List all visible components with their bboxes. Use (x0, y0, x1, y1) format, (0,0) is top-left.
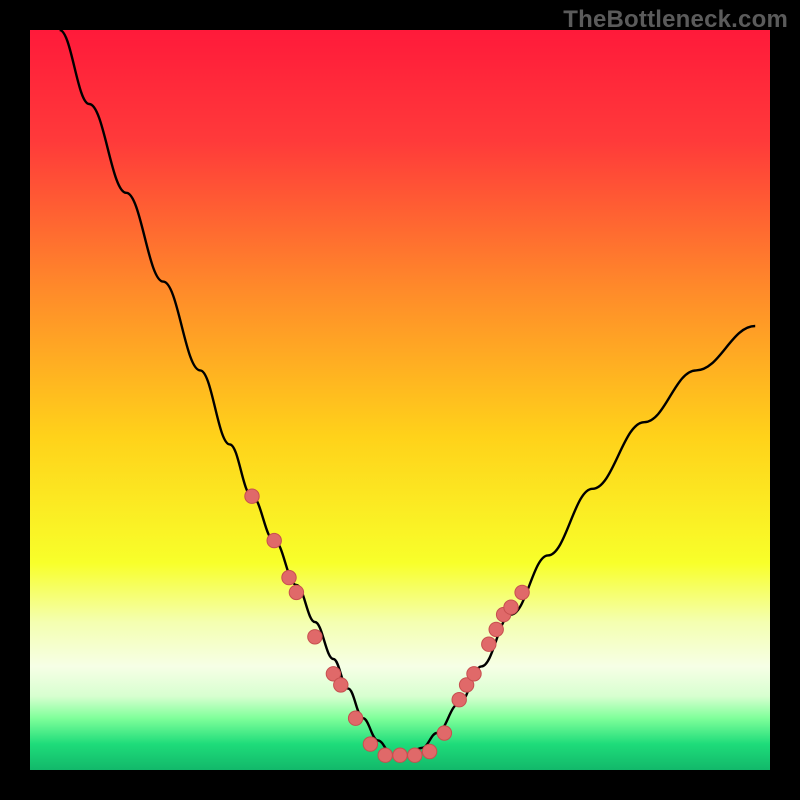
data-point (482, 637, 496, 651)
chart-frame: TheBottleneck.com (0, 0, 800, 800)
data-point (489, 622, 503, 636)
data-point (282, 570, 296, 584)
gradient-bg (30, 30, 770, 770)
chart-svg (30, 30, 770, 770)
data-point (452, 693, 466, 707)
data-point (245, 489, 259, 503)
data-point (422, 744, 436, 758)
data-point (467, 667, 481, 681)
data-point (363, 737, 377, 751)
data-point (378, 748, 392, 762)
data-point (393, 748, 407, 762)
watermark-label: TheBottleneck.com (563, 6, 788, 34)
data-point (267, 533, 281, 547)
data-point (515, 585, 529, 599)
data-point (308, 630, 322, 644)
data-point (334, 678, 348, 692)
data-point (348, 711, 362, 725)
data-point (504, 600, 518, 614)
data-point (437, 726, 451, 740)
data-point (408, 748, 422, 762)
plot-area (30, 30, 770, 770)
data-point (289, 585, 303, 599)
